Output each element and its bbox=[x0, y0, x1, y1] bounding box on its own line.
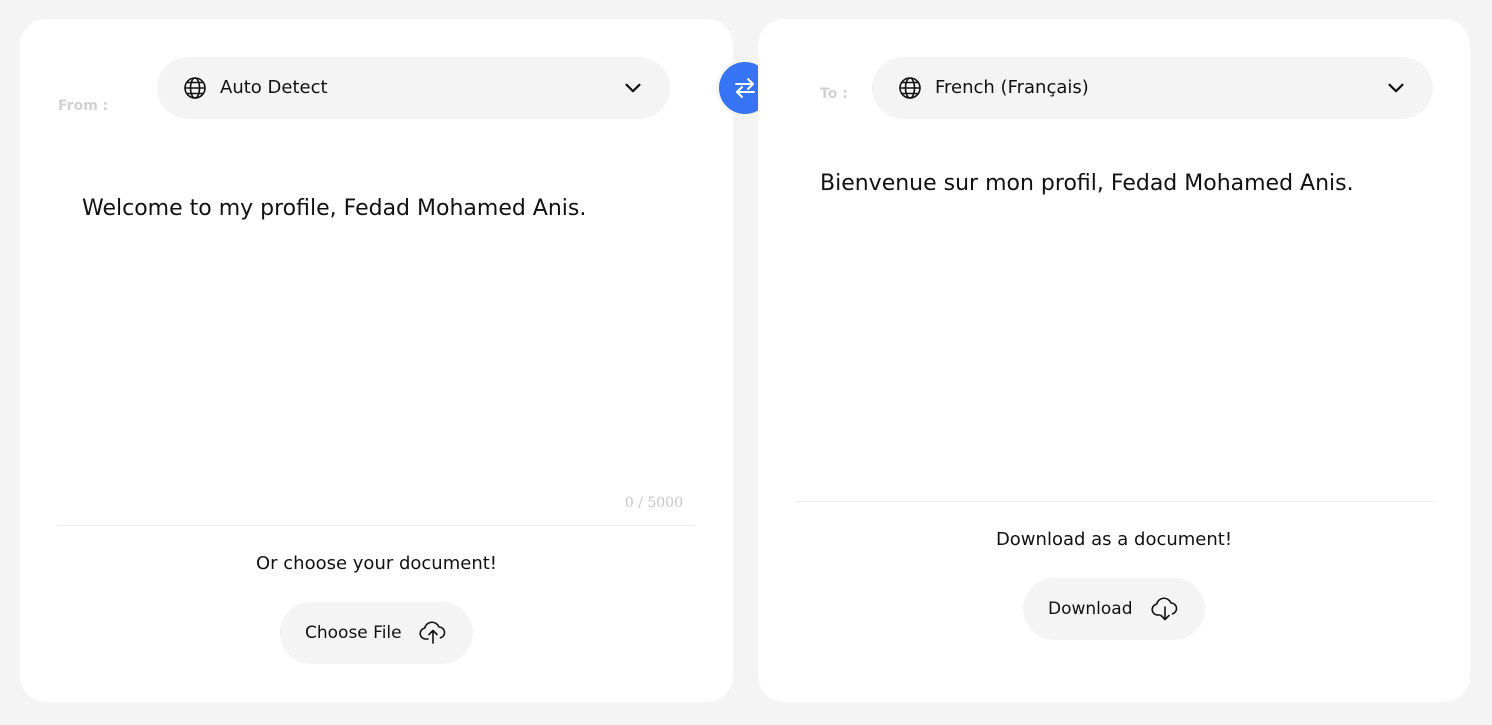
globe-icon bbox=[899, 77, 921, 99]
cloud-upload-icon bbox=[419, 621, 446, 644]
download-button[interactable]: Download bbox=[1023, 578, 1205, 640]
translated-text-output: Bienvenue sur mon profil, Fedad Mohamed … bbox=[820, 171, 1354, 196]
chevron-down-icon bbox=[625, 83, 641, 93]
source-language-value: Auto Detect bbox=[220, 77, 328, 98]
target-language-select[interactable]: French (Français) bbox=[872, 57, 1433, 119]
download-document-prompt: Download as a document! bbox=[995, 529, 1233, 550]
source-divider bbox=[58, 525, 695, 526]
source-panel: From : Auto Detect Welcome to my profile… bbox=[20, 19, 733, 702]
globe-icon bbox=[184, 77, 206, 99]
chevron-down-icon bbox=[1388, 83, 1404, 93]
choose-file-button[interactable]: Choose File bbox=[280, 602, 473, 664]
choose-file-label: Choose File bbox=[305, 623, 402, 643]
source-text-input[interactable]: Welcome to my profile, Fedad Mohamed Ani… bbox=[82, 194, 692, 474]
source-language-select[interactable]: Auto Detect bbox=[157, 57, 670, 119]
target-language-value: French (Français) bbox=[935, 77, 1089, 98]
character-count: 0 / 5000 bbox=[624, 495, 683, 511]
target-panel: To : French (Français) Bienvenue sur mon… bbox=[758, 19, 1470, 702]
from-label: From : bbox=[58, 98, 109, 114]
target-divider bbox=[795, 501, 1434, 502]
download-label: Download bbox=[1048, 599, 1133, 619]
choose-document-prompt: Or choose your document! bbox=[255, 553, 498, 574]
to-label: To : bbox=[820, 86, 848, 102]
swap-arrows-icon bbox=[735, 78, 755, 98]
cloud-download-icon bbox=[1151, 597, 1178, 621]
